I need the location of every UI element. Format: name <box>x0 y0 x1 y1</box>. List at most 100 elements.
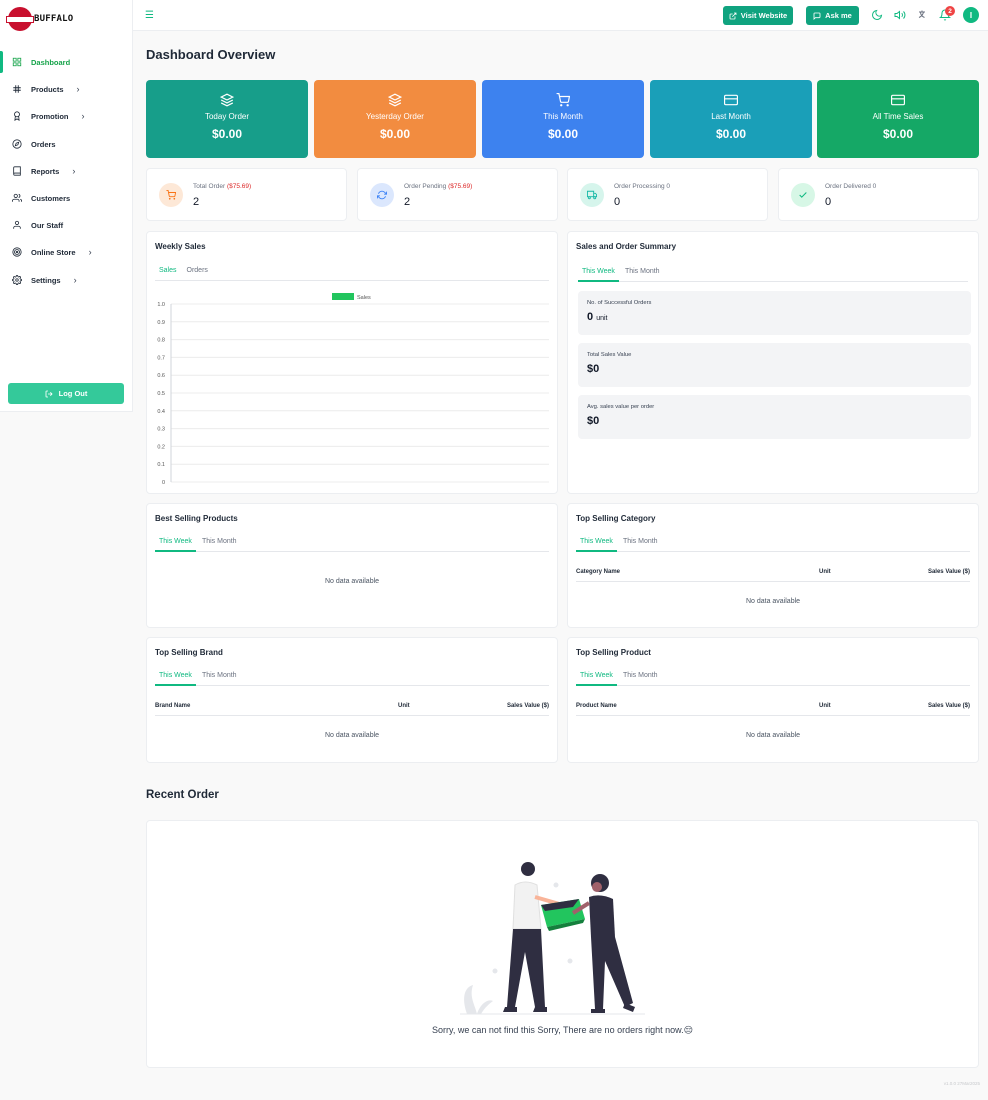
sidebar-item-label: Promotion <box>31 111 69 121</box>
sidebar-item-orders[interactable]: Orders <box>0 132 133 156</box>
y-tick-label: 1.0 <box>157 302 165 308</box>
top-header: ☰ Visit Website Ask me 2 I <box>133 0 988 31</box>
mini-card-total-order: Total Order ($75.69) 2 <box>146 168 347 221</box>
total-sales-value-box: Total Sales Value $0 <box>578 343 971 387</box>
sidebar-item-our-staff[interactable]: Our Staff <box>0 213 133 237</box>
visit-website-label: Visit Website <box>740 11 788 20</box>
sidebar-item-promotion[interactable]: Promotion › <box>0 104 133 128</box>
tab-this-week[interactable]: This Week <box>576 670 617 686</box>
mini-card-order-delivered: Order Delivered 0 0 <box>778 168 979 221</box>
y-tick-label: 0.2 <box>157 444 165 450</box>
stat-value: $0.00 <box>715 127 747 141</box>
tab-this-week[interactable]: This Week <box>155 670 196 686</box>
sidebar-item-label: Reports <box>31 166 60 176</box>
stat-value: $0.00 <box>211 127 243 141</box>
mini-card-value: 0 <box>825 196 832 208</box>
top-brand-tabs: This Week This Month <box>155 670 549 686</box>
sidebar-item-dashboard[interactable]: Dashboard <box>0 50 133 74</box>
weekly-sales-tabs: Sales Orders <box>155 265 549 281</box>
mini-card-amount: ($75.69) <box>226 183 252 190</box>
panel-title: Top Selling Product <box>576 648 651 657</box>
summary-value: $0 <box>587 415 600 427</box>
sidebar-item-reports[interactable]: Reports › <box>0 159 133 183</box>
y-tick-label: 0.6 <box>157 373 165 379</box>
sidebar-item-label: Customers <box>31 193 71 203</box>
tab-this-month[interactable]: This Month <box>621 266 664 282</box>
sales-order-summary-panel: Sales and Order Summary This Week This M… <box>567 231 979 494</box>
stat-label: All Time Sales <box>872 112 924 121</box>
truck-icon-circle <box>580 183 604 207</box>
weekly-sales-chart: 1.0 0.9 0.8 0.7 0.6 0.5 0.4 0.3 0.2 0.1 0 Sales <box>157 293 549 486</box>
logout-button[interactable]: Log Out <box>8 383 124 404</box>
tab-this-week[interactable]: This Week <box>578 266 619 282</box>
chevron-right-icon: › <box>81 111 85 121</box>
sidebar-item-label: Our Staff <box>31 220 64 230</box>
tab-this-month[interactable]: This Month <box>619 536 662 552</box>
visit-website-button[interactable]: Visit Website <box>723 6 793 25</box>
avatar[interactable]: I <box>963 7 979 23</box>
panel-title: Weekly Sales <box>155 242 206 251</box>
no-data-text: No data available <box>324 578 380 585</box>
credit-card-icon <box>891 94 905 106</box>
settings-icon <box>12 275 22 285</box>
column-header: Unit <box>398 703 410 709</box>
mini-card-label: Order Pending ($75.69) <box>404 183 473 190</box>
version-text: v1.0.0 27Mar2025 <box>943 1081 980 1086</box>
summary-value: $0 <box>587 363 600 375</box>
tab-this-week[interactable]: This Week <box>155 536 196 552</box>
sidebar-item-label: Dashboard <box>31 57 71 67</box>
moon-icon[interactable] <box>871 9 883 21</box>
summary-tabs: This Week This Month <box>578 266 968 282</box>
column-header: Sales Value ($) <box>506 703 549 709</box>
recent-order-panel: Sorry, we can not find this Sorry, There… <box>146 820 979 1068</box>
summary-value: 0 unit <box>587 311 608 323</box>
mini-card-value: 0 <box>614 196 621 208</box>
y-tick-label: 0.8 <box>157 338 165 344</box>
tab-this-month[interactable]: This Month <box>198 670 241 686</box>
panel-title: Best Selling Products <box>155 514 238 523</box>
mini-card-amount: ($75.69) <box>448 183 473 190</box>
logout-icon <box>45 390 53 397</box>
tab-orders[interactable]: Orders <box>183 265 212 281</box>
sidebar-item-customers[interactable]: Customers <box>0 186 133 210</box>
top-product-tabs: This Week This Month <box>576 670 970 686</box>
ask-me-button[interactable]: Ask me <box>806 6 859 25</box>
mini-card-order-pending: Order Pending ($75.69) 2 <box>357 168 558 221</box>
sidebar-item-products[interactable]: Products › <box>0 77 133 101</box>
summary-label: Avg. sales value per order <box>587 404 655 410</box>
sidebar-item-online-store[interactable]: Online Store › <box>0 240 133 264</box>
ask-me-label: Ask me <box>825 11 852 20</box>
stat-card-all-time-sales: All Time Sales $0.00 <box>817 80 979 158</box>
menu-toggle-icon[interactable]: ☰ <box>145 10 154 21</box>
mini-card-label: Total Order ($75.69) <box>193 183 252 190</box>
tab-sales[interactable]: Sales <box>155 265 181 281</box>
table-header: Brand Name Unit Sales Value ($) <box>155 700 549 716</box>
top-category-tabs: This Week This Month <box>576 536 970 552</box>
page-title: Dashboard Overview <box>146 47 276 62</box>
tab-this-month[interactable]: This Month <box>619 670 662 686</box>
language-icon[interactable] <box>917 9 929 21</box>
stat-label: Yesterday Order <box>366 112 424 121</box>
sidebar: BUFFALO Dashboard Products › Promotion ›… <box>0 0 133 412</box>
mini-card-order-processing: Order Processing 0 0 <box>567 168 768 221</box>
tab-this-week[interactable]: This Week <box>576 536 617 552</box>
cart-icon-circle <box>159 183 183 207</box>
tab-this-month[interactable]: This Month <box>198 536 241 552</box>
stat-value: $0.00 <box>379 127 411 141</box>
sidebar-item-label: Products <box>31 84 64 94</box>
y-tick-label: 0 <box>162 480 165 486</box>
weekly-sales-panel: Weekly Sales Sales Orders 1.0 0.9 0.8 0.7 0.… <box>146 231 558 494</box>
column-header: Sales Value ($) <box>927 569 970 575</box>
external-link-icon <box>729 12 737 19</box>
volume-icon[interactable] <box>894 9 906 21</box>
y-tick-label: 0.3 <box>157 427 165 433</box>
refresh-icon <box>377 190 387 200</box>
check-icon <box>799 192 807 198</box>
y-tick-label: 0.5 <box>157 391 165 397</box>
column-header: Brand Name <box>155 703 191 709</box>
sidebar-item-settings[interactable]: Settings › <box>0 268 133 292</box>
credit-card-icon <box>724 94 738 106</box>
brand-logo[interactable]: BUFFALO <box>6 7 73 31</box>
best-selling-products-panel: Best Selling Products This Week This Mon… <box>146 503 558 628</box>
target-icon <box>12 247 22 257</box>
